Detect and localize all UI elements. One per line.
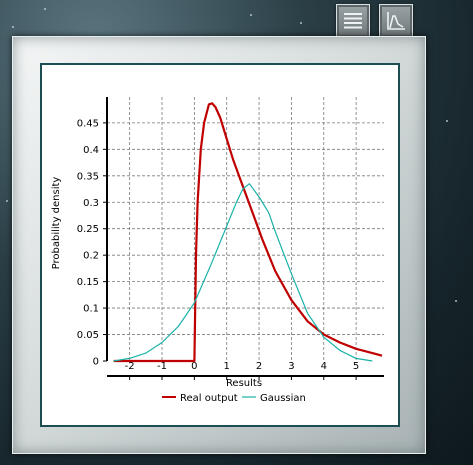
y-axis-label: Probability density	[51, 177, 62, 270]
x-tick-label: -1	[157, 361, 167, 372]
x-tick-label: 3	[288, 361, 294, 372]
chart-icon	[387, 12, 405, 30]
y-tick-label: 0.4	[83, 145, 99, 156]
y-tick-label: 0.35	[77, 171, 99, 182]
x-tick-label: 0	[191, 361, 197, 372]
background-star	[446, 120, 448, 122]
background-star	[300, 22, 302, 24]
chart-button[interactable]	[379, 4, 413, 38]
hamburger-menu-icon	[344, 13, 362, 29]
y-tick-label: 0.3	[83, 198, 99, 209]
y-tick-label: 0.05	[77, 330, 99, 341]
y-tick-label: 0.15	[77, 277, 99, 288]
y-tick-label: 0.45	[77, 118, 99, 129]
series-layer	[113, 102, 383, 363]
grid	[107, 97, 384, 361]
legend: Real output Gaussian	[162, 393, 306, 404]
series-real-output	[113, 102, 383, 363]
chart-panel: -2 -1 0 1 2 3 4 5 0 0.05 0.1 0.15 0.2 0.25 0.3 0.35 0.4 0…	[40, 63, 400, 427]
x-tick-label: 5	[353, 361, 359, 372]
x-tick-label: 4	[321, 361, 327, 372]
background-star	[12, 26, 14, 28]
background-star	[44, 8, 46, 10]
x-axis-label: Results	[226, 378, 262, 389]
x-tick-label: 2	[256, 361, 262, 372]
legend-label-real-output: Real output	[180, 393, 238, 404]
chart-frame: -2 -1 0 1 2 3 4 5 0 0.05 0.1 0.15 0.2 0.25 0.3 0.35 0.4 0…	[12, 36, 426, 454]
y-tick-label: 0	[93, 357, 99, 368]
tick-labels: -2 -1 0 1 2 3 4 5 0 0.05 0.1 0.15 0.2 0.25 0.3 0.35 0.4 0…	[77, 118, 359, 380]
menu-button[interactable]	[336, 4, 370, 38]
legend-label-gaussian: Gaussian	[260, 393, 306, 404]
y-tick-label: 0.25	[77, 224, 99, 235]
y-tick-label: 0.1	[83, 304, 99, 315]
background-star	[6, 200, 8, 202]
chart-svg: -2 -1 0 1 2 3 4 5 0 0.05 0.1 0.15 0.2 0.25 0.3 0.35 0.4 0…	[51, 97, 384, 404]
x-tick-label: -2	[125, 361, 135, 372]
background-star	[455, 300, 457, 302]
y-tick-label: 0.2	[83, 251, 99, 262]
x-tick-label: 1	[224, 361, 230, 372]
background-star	[250, 14, 252, 16]
